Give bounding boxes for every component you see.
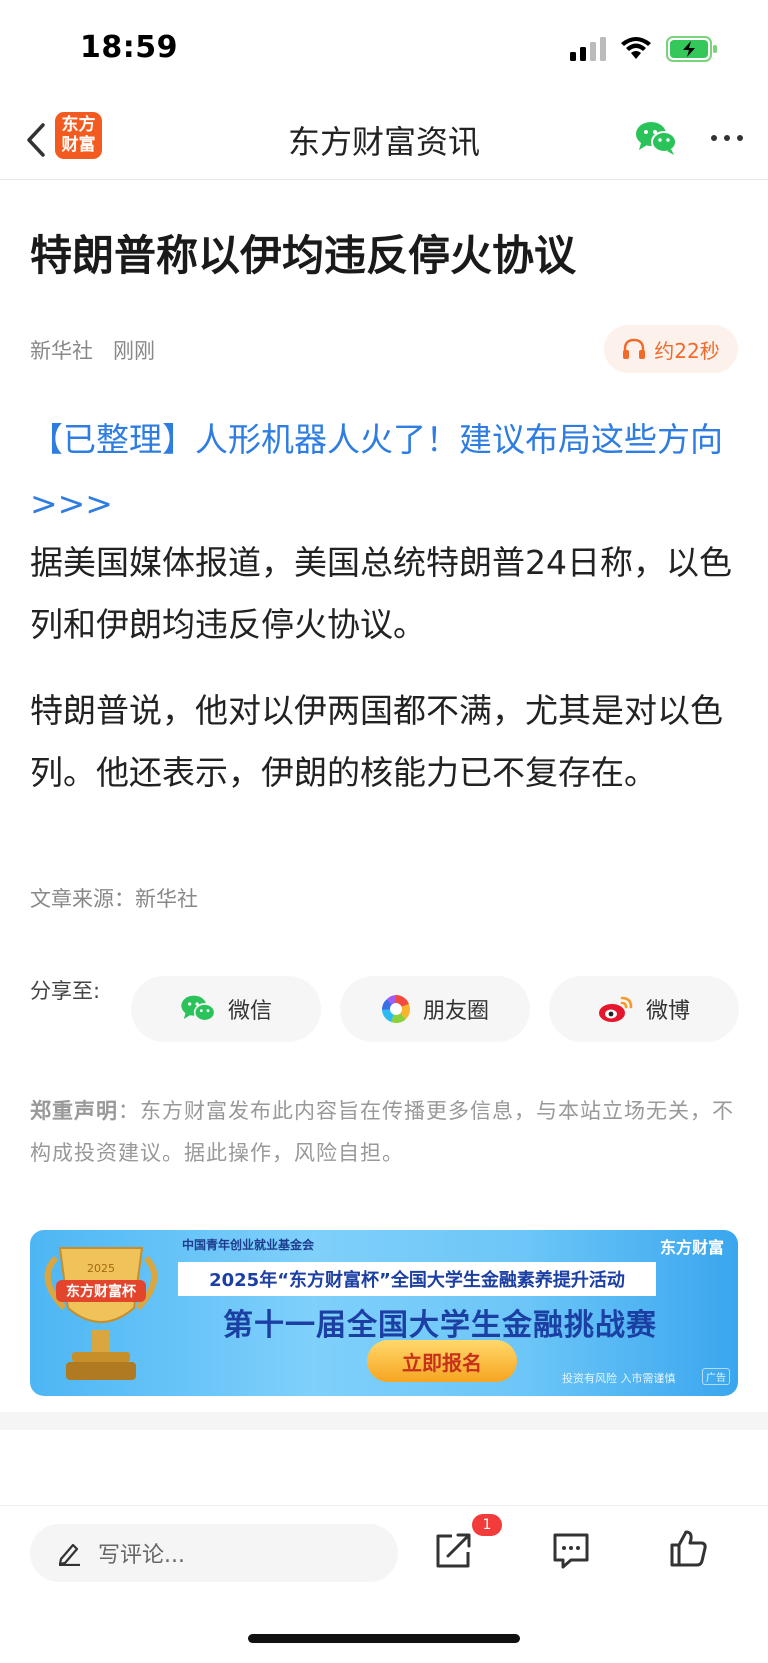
article-source-name: 新华社 <box>30 339 93 363</box>
article-meta: 新华社 刚刚 <box>30 335 155 365</box>
promo-banner[interactable]: 东方财富杯 2025 中国青年创业就业基金会 东方财富 2025年“东方财富杯”… <box>30 1230 738 1396</box>
home-indicator[interactable] <box>248 1634 520 1643</box>
article-paragraph: 据美国媒体报道，美国总统特朗普24日称，以色列和伊朗均违反停火协议。 <box>30 543 732 644</box>
article-time: 刚刚 <box>113 339 155 363</box>
audio-play-button[interactable]: 约22秒 <box>604 325 738 373</box>
section-divider <box>0 1412 768 1430</box>
trophy-text: 东方财富杯 <box>66 1283 137 1300</box>
status-icons <box>570 36 718 62</box>
comment-input[interactable]: 写评论... <box>30 1524 398 1582</box>
banner-org: 中国青年创业就业基金会 <box>182 1238 315 1252</box>
share-moments-button[interactable]: 朋友圈 <box>340 976 530 1042</box>
banner-signup-button[interactable]: 立即报名 <box>367 1340 517 1382</box>
ad-label: 广告 <box>702 1368 730 1385</box>
battery-icon <box>666 36 717 62</box>
like-button[interactable] <box>668 1528 712 1572</box>
article-paragraph: 特朗普说，他对以伊两国都不满，尤其是对以色列。他还表示，伊朗的核能力已不复存在。 <box>30 691 723 792</box>
share-weibo-label: 微博 <box>645 999 690 1024</box>
article-headline: 特朗普称以伊均违反停火协议 <box>30 231 577 280</box>
share-label: 分享至: <box>30 979 101 1003</box>
comment-placeholder: 写评论... <box>98 1543 185 1568</box>
share-moments-label: 朋友圈 <box>422 999 489 1024</box>
moments-icon <box>381 995 410 1024</box>
more-dot-icon <box>737 135 743 141</box>
share-weibo-button[interactable]: 微博 <box>549 976 739 1042</box>
pencil-icon <box>58 1543 80 1566</box>
disclaimer-title: 郑重声明 <box>30 1099 118 1123</box>
signal-icon <box>570 37 606 61</box>
share-wechat-label: 微信 <box>227 999 272 1024</box>
weibo-icon <box>598 996 633 1022</box>
share-wechat-button[interactable]: 微信 <box>131 976 321 1042</box>
share-count-badge: 1 <box>472 1514 502 1536</box>
trophy-icon: 东方财富杯 2025 <box>44 1247 158 1380</box>
banner-brand: 东方财富 <box>659 1238 724 1257</box>
wechat-icon <box>636 122 677 155</box>
banner-title: 第十一届全国大学生金融挑战赛 <box>223 1308 657 1343</box>
banner-risk-notice: 投资有风险 入市需谨慎 <box>562 1372 676 1385</box>
status-time: 18:59 <box>80 30 178 65</box>
status-bar: 18:59 <box>0 0 768 100</box>
wechat-share-button[interactable] <box>635 120 677 160</box>
thumbs-up-icon <box>670 1530 707 1567</box>
bottom-action-bar: 写评论... 1 <box>0 1505 768 1609</box>
comments-button[interactable] <box>551 1530 595 1574</box>
promo-link[interactable]: 【已整理】人形机器人火了！建议布局这些方向>>> <box>30 408 742 536</box>
nav-bar: 东方财富 东方财富资讯 <box>0 100 768 180</box>
share-button[interactable] <box>432 1528 476 1572</box>
more-dot-icon <box>724 135 730 141</box>
trophy-year: 2025 <box>87 1262 115 1275</box>
disclaimer: 郑重声明：东方财富发布此内容旨在传播更多信息，与本站立场无关，不构成投资建议。据… <box>30 1090 742 1174</box>
wifi-icon <box>621 37 651 59</box>
more-menu-button[interactable] <box>705 123 749 153</box>
more-dot-icon <box>711 135 717 141</box>
banner-event: 2025年“东方财富杯”全国大学生金融素养提升活动 <box>178 1262 656 1296</box>
share-icon <box>436 1533 471 1568</box>
wechat-icon <box>181 995 216 1022</box>
article-source: 文章来源：新华社 <box>30 887 198 911</box>
audio-duration: 约22秒 <box>654 338 720 363</box>
disclaimer-text: ：东方财富发布此内容旨在传播更多信息，与本站立场无关，不构成投资建议。据此操作，… <box>30 1099 734 1165</box>
headphones-icon <box>623 338 646 359</box>
comment-icon <box>553 1533 589 1569</box>
